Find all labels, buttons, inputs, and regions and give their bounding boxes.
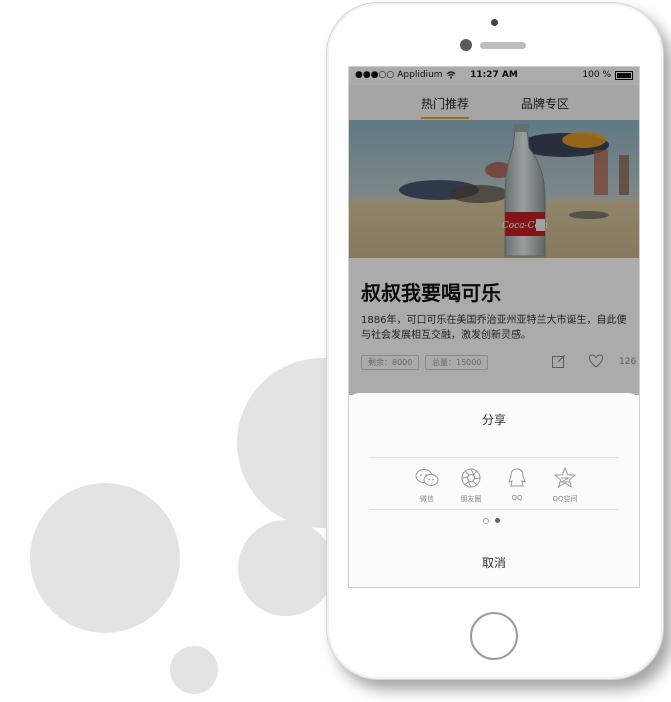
page-dot-2[interactable] xyxy=(495,518,500,523)
bubble-medium xyxy=(238,520,334,616)
share-wechat-label: 微信 xyxy=(420,495,434,503)
home-button[interactable] xyxy=(470,612,518,660)
share-qq[interactable]: QQ xyxy=(497,467,537,502)
divider xyxy=(369,457,619,458)
share-moments-label: 朋友圈 xyxy=(460,495,482,503)
share-qq-label: QQ xyxy=(511,494,523,502)
phone-screen: ●●●○○ Applidium 11:27 AM 100 % 热门推荐 品牌专区 xyxy=(348,66,640,588)
share-qzone[interactable]: QQ空间 xyxy=(545,466,585,504)
proximity-sensor xyxy=(460,39,472,51)
share-moments[interactable]: 朋友圈 xyxy=(451,467,491,504)
share-sheet: 分享 微信 朋友圈 QQ QQ空间 取消 xyxy=(349,393,639,587)
share-qzone-label: QQ空间 xyxy=(552,495,578,503)
qq-icon xyxy=(508,468,526,487)
moments-icon xyxy=(461,468,481,488)
page-dot-1[interactable] xyxy=(483,518,489,524)
share-wechat[interactable]: 微信 xyxy=(407,467,447,504)
cancel-button[interactable]: 取消 xyxy=(349,554,639,571)
share-sheet-title: 分享 xyxy=(481,413,506,427)
page-indicator[interactable] xyxy=(483,518,507,524)
bubble-small xyxy=(170,646,218,694)
wechat-icon xyxy=(415,469,439,486)
front-camera xyxy=(491,19,498,26)
bubble-left xyxy=(30,483,180,633)
earpiece-speaker xyxy=(480,42,526,49)
qzone-icon xyxy=(553,466,577,489)
divider xyxy=(369,509,619,510)
modal-overlay[interactable] xyxy=(349,67,639,395)
